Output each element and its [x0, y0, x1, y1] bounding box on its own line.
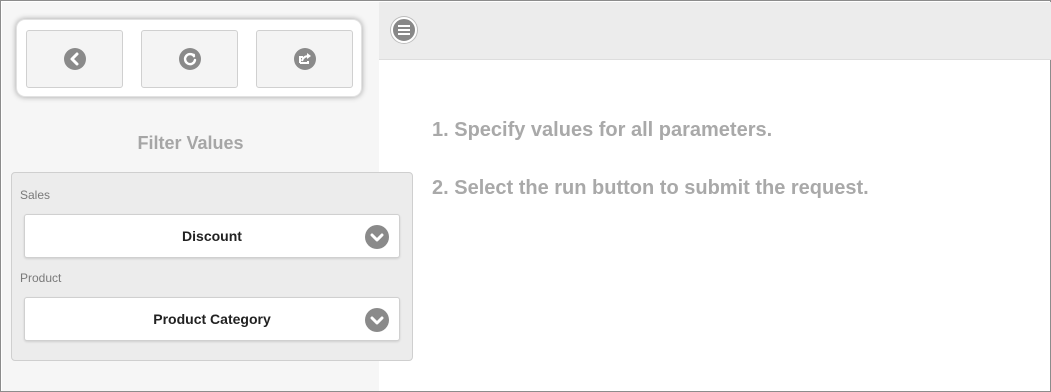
product-label: Product	[20, 271, 62, 285]
share-button[interactable]	[256, 30, 353, 88]
share-icon	[293, 48, 316, 70]
chevron-down-icon	[365, 225, 389, 249]
product-select[interactable]: Product Category	[24, 297, 400, 341]
menu-button[interactable]	[391, 17, 417, 43]
main-topbar	[379, 2, 1051, 60]
product-select-value: Product Category	[153, 311, 271, 327]
sales-select-value: Discount	[182, 228, 242, 244]
instruction-step-1: 1. Specify values for all parameters.	[432, 119, 773, 141]
instruction-step-2: 2. Select the run button to submit the r…	[432, 177, 869, 199]
menu-icon	[398, 25, 410, 27]
sales-label: Sales	[20, 188, 51, 202]
refresh-button[interactable]	[141, 30, 238, 88]
chevron-down-icon	[365, 308, 389, 332]
refresh-icon	[178, 48, 201, 70]
filter-panel: Sales Discount Product Product Category	[11, 172, 413, 361]
app-frame: Filter Values Sales Discount Product Pro…	[0, 0, 1051, 392]
toolbar	[16, 19, 362, 97]
back-icon	[63, 48, 86, 70]
sales-select[interactable]: Discount	[24, 214, 400, 258]
back-button[interactable]	[26, 30, 123, 88]
filter-values-title: Filter Values	[137, 133, 244, 153]
